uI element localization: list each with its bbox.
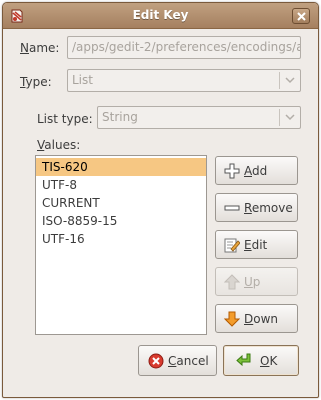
list-type-label: List type: [37, 112, 93, 126]
add-icon [224, 163, 240, 179]
type-combo[interactable]: List [67, 69, 301, 92]
list-item[interactable]: UTF-8 [36, 176, 206, 194]
cancel-button[interactable]: Cancel [138, 345, 217, 376]
values-list[interactable]: TIS-620 UTF-8 CURRENT ISO-8859-15 UTF-16 [35, 155, 207, 335]
title-bar[interactable]: Edit Key [3, 3, 318, 29]
name-label: Name: [20, 41, 60, 55]
up-button[interactable]: Up [215, 267, 298, 296]
combo-separator [279, 109, 280, 126]
close-icon [297, 12, 306, 21]
combo-separator [279, 72, 280, 89]
remove-icon [224, 205, 240, 211]
edit-key-dialog: Edit Key Name: /apps/gedit-2/preferences… [2, 2, 319, 398]
list-item[interactable]: CURRENT [36, 194, 206, 212]
type-label: Type: [20, 75, 52, 89]
up-label: Up [244, 275, 261, 289]
ok-icon [236, 353, 251, 367]
down-label: Down [244, 312, 279, 326]
window-title: Edit Key [132, 8, 189, 22]
list-item[interactable]: UTF-16 [36, 230, 206, 248]
list-item[interactable]: TIS-620 [36, 158, 206, 176]
add-button[interactable]: Add [215, 156, 298, 185]
ok-button[interactable]: OK [223, 345, 299, 376]
cancel-label: Cancel [168, 354, 209, 368]
remove-button[interactable]: Remove [215, 193, 298, 222]
add-label: Add [244, 164, 268, 178]
type-value: List [72, 73, 93, 87]
up-arrow-icon [224, 274, 240, 290]
close-button[interactable] [292, 8, 310, 24]
edit-button[interactable]: Edit [215, 230, 298, 259]
ok-label: OK [260, 354, 278, 368]
cancel-icon [148, 353, 164, 369]
down-arrow-icon [224, 311, 240, 327]
list-type-value: String [102, 110, 138, 124]
remove-label: Remove [244, 201, 293, 215]
list-item[interactable]: ISO-8859-15 [36, 212, 206, 230]
values-label: Values: [37, 138, 81, 152]
chevron-down-icon [285, 114, 295, 121]
name-field[interactable]: /apps/gedit-2/preferences/encodings/auto [67, 36, 301, 59]
list-type-combo[interactable]: String [97, 106, 301, 129]
down-button[interactable]: Down [215, 304, 298, 333]
edit-label: Edit [244, 238, 268, 252]
chevron-down-icon [285, 77, 295, 84]
edit-icon [224, 238, 240, 253]
